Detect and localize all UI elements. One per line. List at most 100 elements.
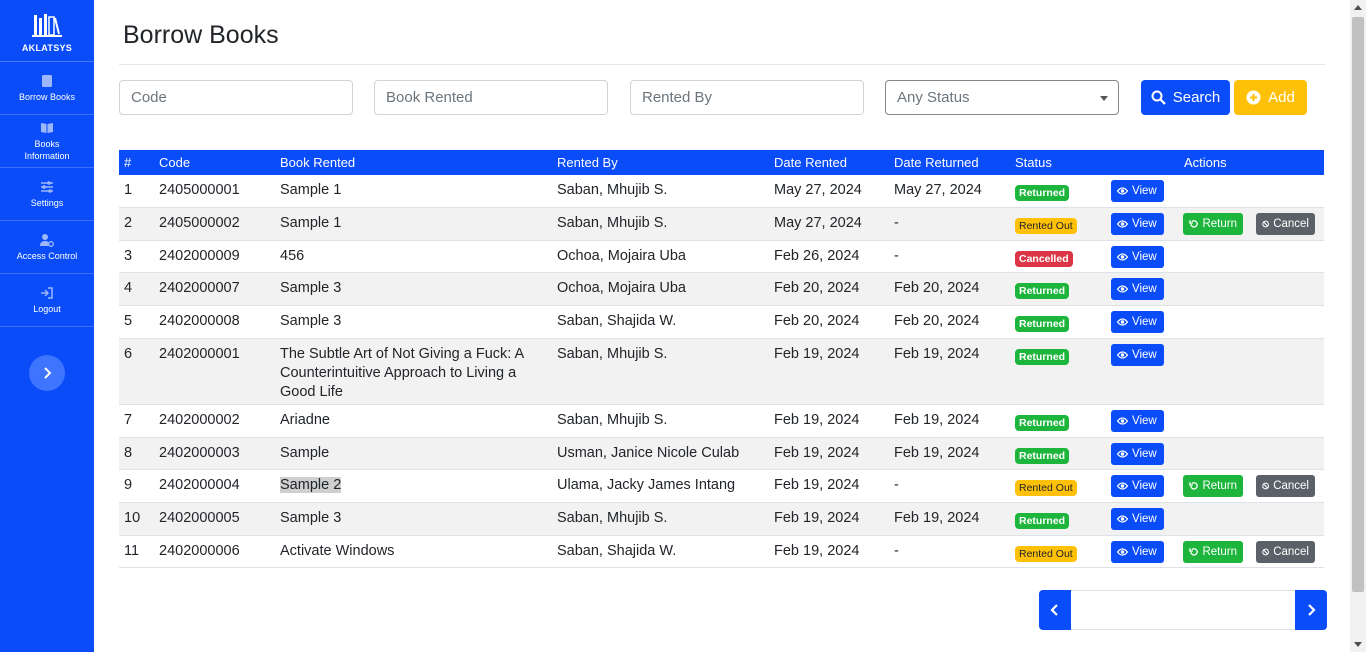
row-code: 2402000006 — [159, 543, 240, 559]
vertical-scrollbar[interactable] — [1350, 0, 1366, 652]
view-button[interactable]: View — [1111, 311, 1164, 333]
cancel-button[interactable]: Cancel — [1256, 475, 1315, 497]
row-rented-by: Usman, Janice Nicole Culab — [557, 445, 740, 461]
row-date-rented: Feb 19, 2024 — [774, 543, 860, 559]
row-rented-by: Saban, Shajida W. — [557, 543, 677, 559]
prev-page-button[interactable] — [1039, 590, 1071, 630]
brand-name: AKLATSYS — [21, 43, 73, 53]
return-button[interactable]: Return — [1183, 475, 1243, 497]
view-button[interactable]: View — [1111, 443, 1164, 465]
logout-icon — [41, 286, 53, 299]
header-date-rented: Date Rented — [774, 155, 847, 170]
sidebar-item-books-information[interactable]: Books Information — [0, 115, 94, 168]
eye-icon — [1117, 417, 1128, 425]
rented-by-filter-input[interactable] — [630, 80, 864, 115]
row-date-returned: - — [894, 477, 899, 493]
row-date-rented: Feb 19, 2024 — [774, 445, 860, 461]
row-code: 2402000005 — [159, 510, 240, 526]
ban-icon — [1262, 220, 1269, 228]
row-book-rented: 456 — [280, 248, 305, 264]
table-body: 1 2405000001 Sample 1 Saban, Mhujib S. May 2… — [119, 175, 1324, 568]
eye-icon — [1117, 187, 1128, 195]
return-button[interactable]: Return — [1183, 541, 1243, 563]
row-date-rented: Feb 19, 2024 — [774, 510, 860, 526]
scroll-down-arrow-icon[interactable] — [1354, 642, 1362, 647]
view-button[interactable]: View — [1111, 508, 1164, 530]
row-book-rented: Sample 1 — [280, 182, 342, 198]
view-button[interactable]: View — [1111, 278, 1164, 300]
sidebar-item-label: Access Control — [16, 250, 78, 261]
header-status: Status — [1015, 155, 1052, 170]
table-row: 5 2402000008 Sample 3 Saban, Shajida W. Feb … — [119, 306, 1324, 339]
table-row: 10 2402000005 Sample 3 Saban, Mhujib S. Feb … — [119, 503, 1324, 536]
eye-icon — [1117, 548, 1128, 556]
status-select[interactable]: Any Status — [885, 80, 1119, 115]
row-code: 2402000003 — [159, 445, 240, 461]
book-rented-filter-input[interactable] — [374, 80, 608, 115]
row-date-rented: Feb 19, 2024 — [774, 346, 860, 362]
code-filter-input[interactable] — [119, 80, 353, 115]
eye-icon — [1117, 285, 1128, 293]
eye-icon — [1117, 220, 1128, 228]
brand[interactable]: AKLATSYS — [0, 0, 94, 62]
status-badge: Returned — [1015, 349, 1070, 365]
eye-icon — [1117, 253, 1128, 261]
row-number: 2 — [124, 215, 133, 231]
sidebar-item-settings[interactable]: Settings — [0, 168, 94, 221]
view-button-label: View — [1132, 447, 1157, 460]
sidebar-item-borrow-books[interactable]: Borrow Books — [0, 62, 94, 115]
view-button-label: View — [1132, 545, 1157, 558]
row-date-rented: May 27, 2024 — [774, 182, 862, 198]
row-book-rented: Sample 1 — [280, 215, 342, 231]
view-button[interactable]: View — [1111, 541, 1164, 563]
status-badge: Returned — [1015, 283, 1070, 299]
view-button[interactable]: View — [1111, 246, 1164, 268]
search-button[interactable]: Search — [1141, 80, 1230, 115]
view-button[interactable]: View — [1111, 213, 1164, 235]
row-code: 2402000004 — [159, 477, 240, 493]
sidebar-item-logout[interactable]: Logout — [0, 274, 94, 327]
row-book-rented: Sample 2 — [280, 477, 342, 493]
status-badge: Returned — [1015, 415, 1070, 431]
row-date-returned: Feb 19, 2024 — [894, 510, 980, 526]
sidebar-item-label: Borrow Books — [18, 91, 76, 102]
return-button-label: Return — [1202, 217, 1237, 230]
row-date-rented: Feb 19, 2024 — [774, 477, 860, 493]
view-button[interactable]: View — [1111, 344, 1164, 366]
row-date-returned: - — [894, 543, 899, 559]
row-book-rented: Sample 3 — [280, 280, 342, 296]
view-button-label: View — [1132, 250, 1157, 263]
row-number: 6 — [124, 346, 133, 362]
row-book-rented: Ariadne — [280, 412, 330, 428]
status-badge: Returned — [1015, 316, 1070, 332]
header-code: Code — [159, 155, 191, 170]
row-date-rented: Feb 20, 2024 — [774, 280, 860, 296]
status-badge: Rented Out — [1015, 218, 1077, 234]
row-date-returned: Feb 19, 2024 — [894, 412, 980, 428]
row-number: 8 — [124, 445, 133, 461]
sidebar: AKLATSYS Borrow Books Books Information … — [0, 0, 94, 652]
status-badge: Returned — [1015, 513, 1070, 529]
view-button[interactable]: View — [1111, 475, 1164, 497]
scroll-up-arrow-icon[interactable] — [1354, 5, 1362, 10]
table-header: # Code Book Rented Rented By Date Rented… — [119, 150, 1324, 175]
row-rented-by: Ochoa, Mojaira Uba — [557, 248, 686, 264]
row-date-rented: Feb 19, 2024 — [774, 412, 860, 428]
row-rented-by: Saban, Mhujib S. — [557, 510, 668, 526]
view-button[interactable]: View — [1111, 180, 1164, 202]
add-button[interactable]: Add — [1234, 80, 1307, 115]
cancel-button[interactable]: Cancel — [1256, 541, 1315, 563]
row-date-returned: Feb 20, 2024 — [894, 313, 980, 329]
cancel-button[interactable]: Cancel — [1256, 213, 1315, 235]
return-button-label: Return — [1202, 545, 1237, 558]
row-rented-by: Ulama, Jacky James Intang — [557, 477, 736, 493]
scroll-thumb[interactable] — [1352, 17, 1364, 592]
eye-icon — [1117, 515, 1128, 523]
pagination — [1039, 590, 1327, 630]
row-number: 4 — [124, 280, 133, 296]
sidebar-item-access-control[interactable]: Access Control — [0, 221, 94, 274]
sidebar-toggle-button[interactable] — [29, 355, 65, 391]
next-page-button[interactable] — [1295, 590, 1327, 630]
return-button[interactable]: Return — [1183, 213, 1243, 235]
view-button[interactable]: View — [1111, 410, 1164, 432]
